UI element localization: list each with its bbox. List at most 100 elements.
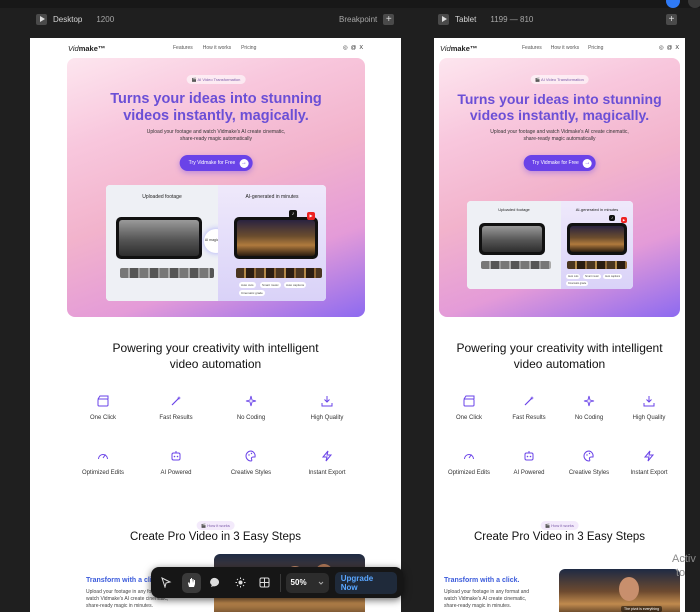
feature-instant-export: Instant Export (624, 450, 674, 476)
desktop-frame-header: Desktop 1200 (36, 12, 114, 26)
download-tray-icon (321, 396, 333, 407)
timeline-strip (481, 261, 551, 269)
feature-high-quality: High Quality (626, 395, 672, 421)
editor-canvas[interactable]: Desktop 1200 Breakpoint + Tablet 1199 — … (0, 0, 700, 612)
steps-heading: Create Pro Video in 3 Easy Steps (473, 531, 646, 543)
clapperboard-icon (463, 395, 475, 407)
arrow-right-icon: → (239, 158, 249, 168)
nav-link-pricing[interactable]: Pricing (588, 45, 603, 51)
timeline-strip (120, 268, 214, 278)
select-tool[interactable] (157, 573, 177, 593)
how-it-works-badge: 🎬 How it works (196, 521, 235, 530)
hand-tool[interactable] (181, 572, 202, 593)
settings-button[interactable] (688, 0, 700, 8)
x-icon[interactable]: X (675, 45, 679, 51)
try-free-button[interactable]: Try Vidmake for Free → (179, 155, 253, 171)
tablet-frame-name[interactable]: Tablet (455, 15, 476, 24)
comment-tool[interactable] (206, 573, 226, 593)
powering-heading: Powering your creativity with intelligen… (112, 341, 319, 371)
uploaded-footage-title: Uploaded footage (142, 194, 182, 200)
uploaded-footage-panel: Uploaded footage (467, 201, 561, 289)
upgrade-now-button[interactable]: Upgrade Now (334, 571, 398, 594)
breakpoint-control: Breakpoint + (339, 12, 395, 26)
threads-icon[interactable]: @ (351, 45, 357, 51)
nav-link-pricing[interactable]: Pricing (241, 45, 256, 51)
hero-badge: 🎬 AI Video Transformation (186, 75, 246, 84)
magic-wand-icon (524, 396, 534, 406)
nav-link-features[interactable]: Features (522, 45, 542, 51)
breakpoint-label: Breakpoint (339, 14, 378, 24)
tablet-frame[interactable]: Vidmake™ Features How it works Pricing ◎… (434, 38, 685, 612)
activation-watermark: Activ to (672, 553, 696, 579)
ai-generated-title: AI-generated in minutes (245, 194, 299, 200)
instagram-icon[interactable]: ◎ (659, 45, 664, 51)
toolbar-divider (279, 573, 281, 592)
youtube-icon: ▶ (307, 212, 315, 220)
hero-subtitle: Upload your footage and watch Vidmake's … (146, 129, 286, 142)
grid-tool[interactable] (255, 573, 275, 593)
instagram-icon[interactable]: ◎ (343, 45, 348, 51)
add-frame-button[interactable]: + (666, 13, 677, 25)
desktop-frame-name[interactable]: Desktop (53, 15, 82, 24)
site-nav: Vidmake™ Features How it works Pricing ◎… (30, 38, 401, 58)
sparkles-icon (583, 395, 595, 407)
step1-photo: The pivot is everything (559, 569, 680, 612)
hero-subtitle: Upload your footage and watch Vidmake's … (490, 129, 629, 142)
sparkles-icon (245, 395, 257, 407)
feature-optimized-edits: Optimized Edits (444, 450, 494, 476)
feature-no-coding: No Coding (228, 395, 274, 421)
phone-after-image (567, 223, 627, 255)
threads-icon[interactable]: @ (667, 45, 673, 51)
cursor-arrow-icon (161, 577, 172, 588)
try-free-button[interactable]: Try Vidmake for Free → (523, 155, 596, 171)
hero-title: Turns your ideas into stunning videos ins… (457, 91, 662, 124)
timeline-strip-graded (567, 261, 627, 269)
ai-generated-panel: AI-generated in minutes ♪ ▶ Auto cuts Sm… (218, 185, 326, 301)
zoom-value: 50% (290, 578, 307, 587)
how-it-works-badge: 🎬 How it works (540, 521, 579, 530)
hero-section: 🎬 AI Video Transformation Turns your ide… (439, 58, 680, 317)
phone-before-image (479, 223, 545, 255)
hand-icon (187, 578, 195, 587)
nav-link-how-it-works[interactable]: How it works (551, 45, 579, 51)
add-breakpoint-button[interactable]: + (383, 13, 395, 25)
feature-fast-results: Fast Results (506, 395, 552, 421)
site-logo[interactable]: Vidmake™ (68, 44, 143, 53)
powering-heading: Powering your creativity with intelligen… (456, 341, 663, 371)
person-face (619, 577, 639, 601)
gauge-icon (464, 454, 474, 460)
account-avatar[interactable] (666, 0, 680, 8)
tiktok-icon: ♪ (289, 210, 297, 218)
uploaded-footage-panel: Uploaded footage AI magic layer (106, 185, 228, 301)
x-icon[interactable]: X (359, 45, 363, 51)
nav-link-features[interactable]: Features (173, 45, 193, 51)
site-logo[interactable]: Vidmake™ (440, 44, 496, 53)
social-links: ◎ @ X (659, 45, 679, 51)
bottom-toolbar: 50% Upgrade Now (151, 567, 403, 598)
zoom-select[interactable]: 50% (285, 572, 329, 593)
nav-link-how-it-works[interactable]: How it works (203, 45, 231, 51)
desktop-frame[interactable]: Vidmake™ Features How it works Pricing ◎… (30, 38, 401, 612)
top-bar (0, 0, 700, 8)
preview-play-icon[interactable] (438, 13, 449, 25)
gauge-icon (98, 454, 108, 460)
timeline-strip-graded (236, 268, 322, 278)
step1-text: Upload your footage in any format and wat… (444, 589, 530, 609)
palette-icon (583, 450, 594, 462)
theme-tool[interactable] (231, 573, 251, 593)
nav-links: Features How it works Pricing (173, 45, 256, 51)
hero-showcase: Uploaded footage AI magic layer AI-gener… (106, 185, 326, 301)
nav-links: Features How it works Pricing (522, 45, 603, 51)
chip-auto-cuts: Auto cuts (566, 274, 581, 279)
chip-smart-music: Smart music (583, 274, 601, 279)
uploaded-footage-title: Uploaded footage (498, 207, 530, 212)
feature-one-click: One Click (446, 395, 492, 421)
tablet-frame-size: 1199 — 810 (490, 14, 534, 24)
clapperboard-icon (97, 395, 109, 407)
download-tray-icon (643, 396, 655, 407)
arrow-right-icon: → (582, 158, 592, 168)
feature-high-quality: High Quality (304, 395, 350, 421)
chip-auto-captions: Auto captions (603, 274, 623, 279)
ai-generated-title: AI-generated in minutes (575, 207, 619, 212)
preview-play-icon[interactable] (36, 13, 47, 25)
